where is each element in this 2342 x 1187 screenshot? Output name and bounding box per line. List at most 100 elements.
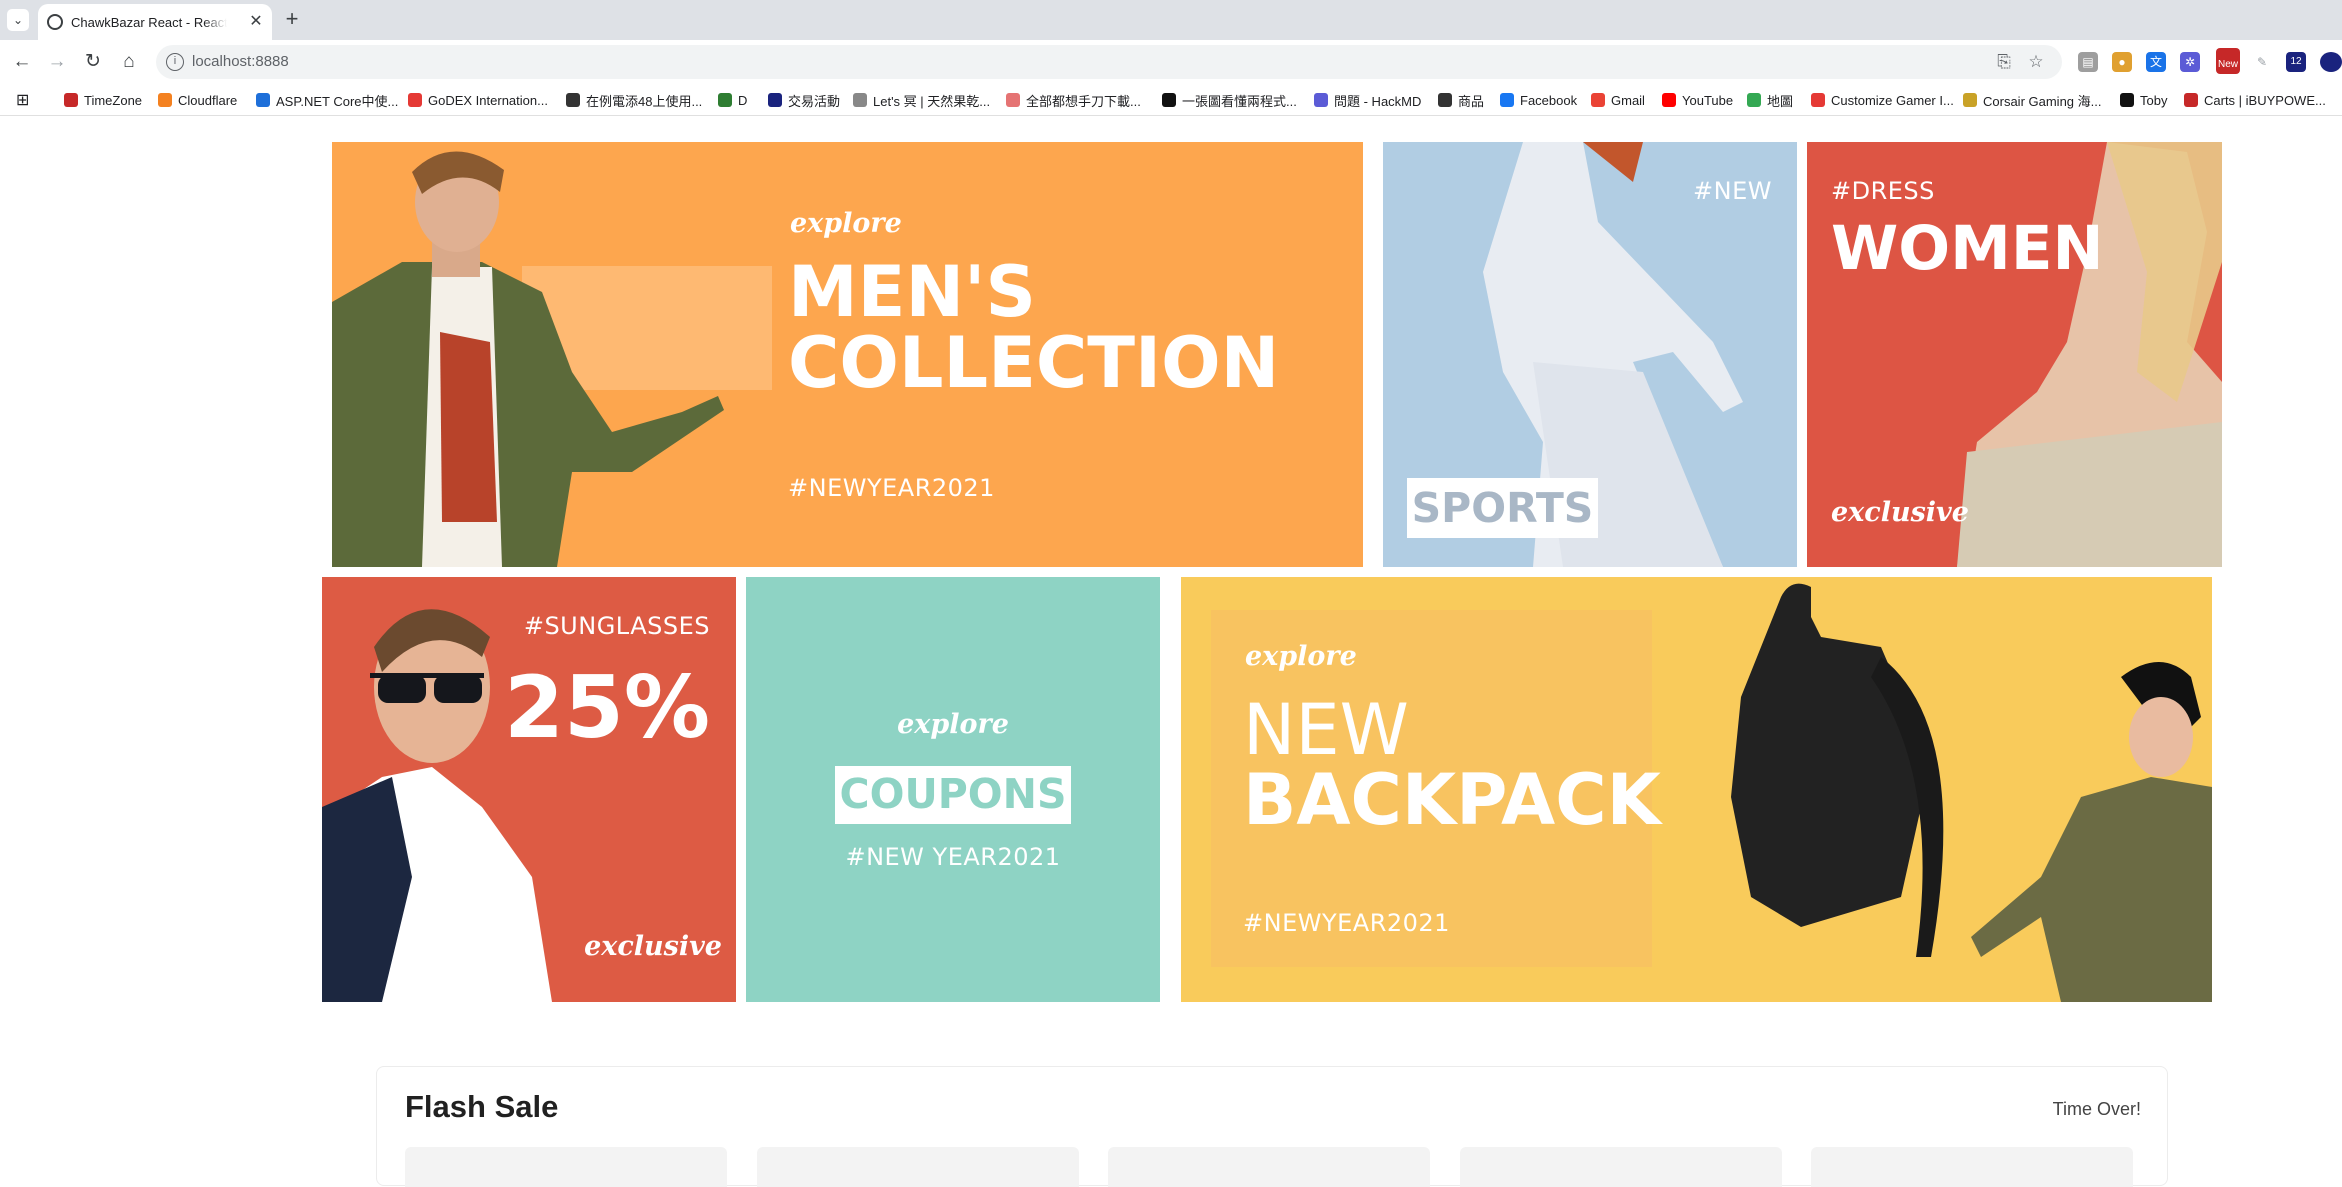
close-tab-icon[interactable]: ✕ [246,12,266,32]
bookmark-item[interactable]: 在例電添48上使用... [566,91,702,109]
bookmark-favicon-icon [1500,93,1514,107]
bookmark-item[interactable]: 全部都想手刀下載... [1006,91,1141,109]
product-card[interactable] [405,1147,727,1187]
reload-button[interactable]: ↻ [82,51,104,73]
bookmark-favicon-icon [64,93,78,107]
bookmark-item[interactable]: Customize Gamer I... [1811,91,1954,109]
extension-icon-1[interactable]: ▤ [2078,52,2098,72]
bookmark-label: 交易活動 [788,93,841,109]
women-banner[interactable]: #DRESS WOMEN exclusive [1807,142,2222,567]
url-text[interactable]: localhost:8888 [192,53,289,70]
profile-avatar[interactable] [2320,52,2342,72]
gear-extension-icon[interactable]: ✲ [2180,52,2200,72]
bookmark-favicon-icon [718,93,732,107]
explore-script: explore [897,709,1009,740]
bookmarks-bar: ⊞ TimeZone Cloudflare ASP.NET Core中使... GoD… [0,84,2342,116]
product-card[interactable] [1460,1147,1782,1187]
pen-extension-icon[interactable]: ✎ [2252,52,2272,72]
bookmark-item[interactable]: Facebook [1500,91,1577,109]
bookmark-favicon-icon [2184,93,2198,107]
backpack-heading-line2: BACKPACK [1243,759,1661,841]
new-badge-extension-icon[interactable]: New [2216,48,2240,74]
bookmark-item[interactable]: D [718,91,747,109]
bookmark-favicon-icon [1438,93,1452,107]
bookmark-favicon-icon [1811,93,1825,107]
bookmark-item[interactable]: 一張圖看懂兩程式... [1162,91,1297,109]
product-card[interactable] [1811,1147,2133,1187]
bookmark-favicon-icon [1591,93,1605,107]
bookmark-item[interactable]: GoDEX Internation... [408,91,548,109]
backpack-hashtag: #NEWYEAR2021 [1243,909,1450,937]
bookmark-label: ASP.NET Core中使... [276,93,399,109]
mens-collection-banner[interactable]: explore MEN'S COLLECTION #NEWYEAR2021 [332,142,1363,567]
bookmark-item[interactable]: Cloudflare [158,91,237,109]
explore-script: explore [790,208,902,239]
site-info-icon[interactable]: i [166,53,184,71]
bookmark-item[interactable]: Toby [2120,91,2167,109]
browser-tab-active[interactable]: ChawkBazar React - React Next ✕ [38,4,272,40]
sports-hashtag: #NEW [1693,177,1772,205]
sports-label-box: SPORTS [1407,478,1598,538]
browser-toolbar: ← → ↻ ⌂ i localhost:8888 ⎘ ☆ ▤ ● 文 ✲ New… [0,40,2342,84]
bookmark-label: Gmail [1611,92,1645,108]
bookmark-favicon-icon [1662,93,1676,107]
sports-label: SPORTS [1411,484,1594,532]
backpack-banner[interactable]: explore NEW BACKPACK #NEWYEAR2021 [1181,577,2212,1002]
bookmark-favicon-icon [853,93,867,107]
flash-sale-title: Flash Sale [405,1089,559,1124]
backpack-model-image [1731,583,2212,1002]
bookmark-item[interactable]: 交易活動 [768,91,840,109]
bookmark-label: 在例電添48上使用... [586,93,703,109]
bookmark-label: Cloudflare [178,92,238,108]
bookmark-item[interactable]: 問題 - HackMD [1314,91,1421,109]
bookmark-item[interactable]: 商品 [1438,91,1484,109]
address-bar[interactable]: i localhost:8888 ⎘ ☆ [156,45,2062,79]
new-tab-button[interactable]: + [280,8,304,32]
bookmark-label: Facebook [1520,92,1578,108]
bookmark-item[interactable]: 地圖 [1747,91,1793,109]
back-button[interactable]: ← [11,51,33,73]
bookmark-favicon-icon [408,93,422,107]
home-button[interactable]: ⌂ [118,51,140,73]
product-card[interactable] [757,1147,1079,1187]
bookmark-label: 商品 [1458,93,1485,109]
install-app-icon[interactable]: ⎘ [1994,52,2014,72]
cookie-extension-icon[interactable]: ● [2112,52,2132,72]
flash-sale-section: Flash Sale Time Over! [376,1066,2168,1187]
product-card[interactable] [1108,1147,1430,1187]
bookmark-label: Toby [2140,92,2168,108]
bookmark-item[interactable]: Let's 冥 | 天然果乾... [853,91,990,109]
bookmark-label: Let's 冥 | 天然果乾... [873,93,991,109]
bookmark-item[interactable]: YouTube [1662,91,1733,109]
sports-banner[interactable]: #NEW SPORTS [1383,142,1797,567]
sunglasses-hashtag: #SUNGLASSES [523,612,710,640]
coupons-label-box: COUPONS [835,766,1071,824]
counter-extension-icon[interactable]: 12 [2286,52,2306,72]
browser-tab-strip: ⌄ ChawkBazar React - React Next ✕ + [0,0,2342,40]
coupons-hashtag: #NEW YEAR2021 [845,843,1061,871]
bookmark-item[interactable]: TimeZone [64,91,142,109]
bookmark-label: Corsair Gaming 海... [1983,93,2102,109]
bookmark-label: 一張圖看懂兩程式... [1182,93,1297,109]
coupons-label: COUPONS [839,770,1067,818]
bookmark-favicon-icon [1006,93,1020,107]
women-hashtag: #DRESS [1831,177,1935,205]
bookmark-favicon-icon [158,93,172,107]
women-heading: WOMEN [1831,213,2104,284]
apps-grid-icon[interactable]: ⊞ [16,91,29,109]
bookmark-favicon-icon [2120,93,2134,107]
flash-sale-timer-status: Time Over! [2052,1099,2141,1119]
coupons-banner[interactable]: explore COUPONS #NEW YEAR2021 [746,577,1160,1002]
bookmark-item[interactable]: Gmail [1591,91,1645,109]
bookmark-item[interactable]: ASP.NET Core中使... [256,91,398,109]
bookmark-item[interactable]: Carts | iBUYPOWE... [2184,91,2326,109]
tab-search-button[interactable]: ⌄ [7,9,29,31]
bookmark-label: D [738,92,748,108]
bookmark-star-icon[interactable]: ☆ [2026,52,2046,72]
sunglasses-banner[interactable]: #SUNGLASSES 25% exclusive [322,577,736,1002]
bookmark-item[interactable]: Corsair Gaming 海... [1963,91,2101,109]
forward-button[interactable]: → [46,51,68,73]
translate-extension-icon[interactable]: 文 [2146,52,2166,72]
tab-title: ChawkBazar React - React Next [71,15,227,30]
bookmark-label: TimeZone [84,92,143,108]
